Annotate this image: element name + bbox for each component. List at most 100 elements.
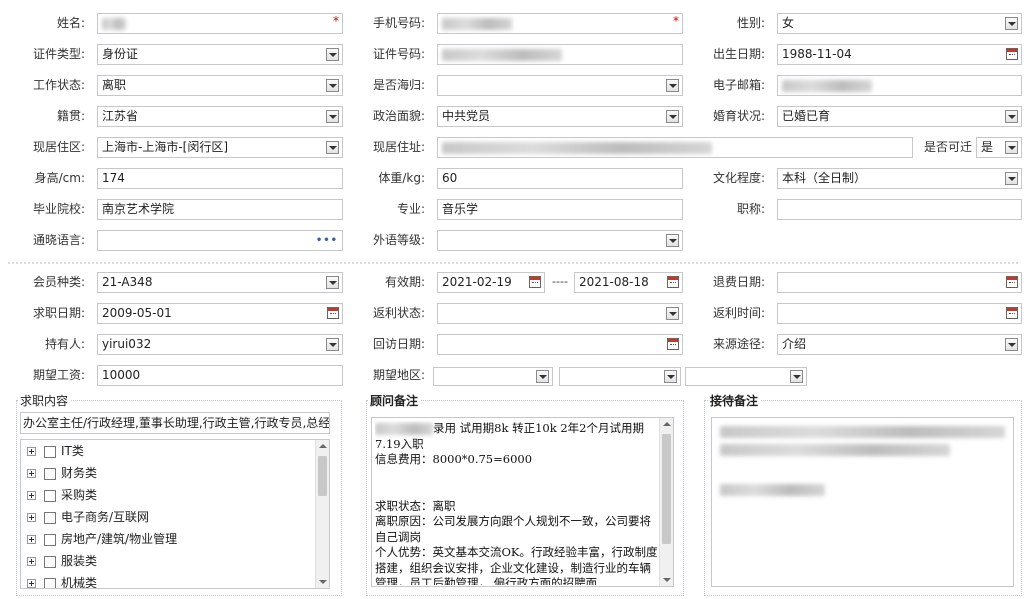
chevron-down-icon[interactable] xyxy=(666,234,679,247)
phone-label: 手机号码: xyxy=(372,16,425,30)
chevron-down-icon[interactable] xyxy=(326,276,339,289)
email-field[interactable] xyxy=(777,75,1022,96)
expand-icon[interactable] xyxy=(27,557,36,566)
expand-icon[interactable] xyxy=(27,447,36,456)
calendar-icon[interactable] xyxy=(667,276,679,288)
chevron-down-icon[interactable] xyxy=(790,370,803,383)
scroll-thumb[interactable] xyxy=(662,434,671,544)
tree-item[interactable]: IT类 xyxy=(27,441,84,461)
scroll-thumb[interactable] xyxy=(318,456,327,496)
chevron-down-icon[interactable] xyxy=(666,110,679,123)
valid-from-value: 2021-02-19 xyxy=(442,275,512,289)
marital-select[interactable]: 已婚已育 xyxy=(777,106,1022,127)
consultant-notes-textarea[interactable]: 录用 试用期8k 转正10k 2年2个月试用期 7.19入职 信息费用：8000… xyxy=(371,417,674,587)
expand-icon[interactable] xyxy=(27,513,36,522)
job-date-field[interactable]: 2009-05-01 xyxy=(97,303,343,324)
politics-select[interactable]: 中共党员 xyxy=(437,106,683,127)
education-label: 文化程度: xyxy=(712,171,765,185)
valid-to-field[interactable]: 2021-08-18 xyxy=(574,272,683,293)
chevron-down-icon[interactable] xyxy=(326,110,339,123)
chevron-down-icon[interactable] xyxy=(536,370,549,383)
chevron-down-icon[interactable] xyxy=(1005,338,1018,351)
language-label: 通晓语言: xyxy=(32,233,85,247)
name-field[interactable]: * xyxy=(97,13,343,34)
expand-icon[interactable] xyxy=(27,579,36,588)
returnee-select[interactable] xyxy=(437,75,683,96)
height-field[interactable]: 174 xyxy=(97,168,343,189)
valid-from-field[interactable]: 2021-02-19 xyxy=(437,272,545,293)
region-province-select[interactable] xyxy=(433,367,553,386)
notes-scrollbar[interactable] xyxy=(659,418,673,586)
gender-select[interactable]: 女 xyxy=(777,13,1022,34)
calendar-icon[interactable] xyxy=(667,338,679,350)
tree-item[interactable]: 财务类 xyxy=(27,463,97,483)
scroll-down-icon[interactable] xyxy=(663,578,671,582)
chevron-down-icon[interactable] xyxy=(326,48,339,61)
chevron-down-icon[interactable] xyxy=(326,338,339,351)
region-city-select[interactable] xyxy=(559,367,681,386)
more-icon[interactable]: ••• xyxy=(316,236,338,246)
phone-field[interactable]: * xyxy=(437,13,683,34)
chevron-down-icon[interactable] xyxy=(664,370,677,383)
chevron-down-icon[interactable] xyxy=(1005,17,1018,30)
relocate-select[interactable]: 是 xyxy=(976,137,1022,158)
job-content-input[interactable]: 办公室主任/行政经理,董事长助理,行政主管,行政专员,总经 xyxy=(20,412,330,434)
calendar-icon[interactable] xyxy=(1006,48,1018,60)
id-type-select[interactable]: 身份证 xyxy=(97,44,343,65)
district-select[interactable]: 上海市-上海市-[闵行区] xyxy=(97,137,343,158)
scroll-up-icon[interactable] xyxy=(319,444,327,448)
scroll-down-icon[interactable] xyxy=(319,580,327,584)
address-field[interactable] xyxy=(437,137,913,158)
reception-notes-textarea[interactable] xyxy=(711,417,1014,587)
weight-field[interactable]: 60 xyxy=(437,168,683,189)
checkbox[interactable] xyxy=(44,577,56,588)
hometown-select[interactable]: 江苏省 xyxy=(97,106,343,127)
scroll-up-icon[interactable] xyxy=(663,422,671,426)
calendar-icon[interactable] xyxy=(1006,276,1018,288)
rebate-time-field[interactable] xyxy=(777,303,1022,324)
language-field[interactable]: ••• xyxy=(97,230,343,251)
checkbox[interactable] xyxy=(44,555,56,568)
calendar-icon[interactable] xyxy=(529,276,541,288)
holder-select[interactable]: yirui032 xyxy=(97,334,343,355)
chevron-down-icon[interactable] xyxy=(1005,172,1018,185)
calendar-icon[interactable] xyxy=(1006,307,1018,319)
tree-item[interactable]: 采购类 xyxy=(27,485,97,505)
work-status-select[interactable]: 离职 xyxy=(97,75,343,96)
tree-scrollbar[interactable] xyxy=(315,440,329,588)
expand-icon[interactable] xyxy=(27,469,36,478)
salary-field[interactable]: 10000 xyxy=(97,365,343,386)
checkbox[interactable] xyxy=(44,533,56,546)
foreign-level-select[interactable] xyxy=(437,230,683,251)
visit-date-field[interactable] xyxy=(437,334,683,355)
checkbox[interactable] xyxy=(44,489,56,502)
expand-icon[interactable] xyxy=(27,491,36,500)
member-type-select[interactable]: 21-A348 xyxy=(97,272,343,293)
source-select[interactable]: 介绍 xyxy=(777,334,1022,355)
calendar-icon[interactable] xyxy=(327,307,339,319)
marital-value: 已婚已育 xyxy=(782,109,831,123)
chevron-down-icon[interactable] xyxy=(1005,141,1018,154)
chevron-down-icon[interactable] xyxy=(1005,110,1018,123)
tree-item[interactable]: 机械类 xyxy=(27,573,97,588)
id-no-field[interactable] xyxy=(437,44,683,65)
checkbox[interactable] xyxy=(44,445,56,458)
education-select[interactable]: 本科（全日制） xyxy=(777,168,1022,189)
chevron-down-icon[interactable] xyxy=(666,307,679,320)
checkbox[interactable] xyxy=(44,467,56,480)
expand-icon[interactable] xyxy=(27,535,36,544)
title-field[interactable] xyxy=(777,199,1022,220)
birth-date-field[interactable]: 1988-11-04 xyxy=(777,44,1022,65)
chevron-down-icon[interactable] xyxy=(666,79,679,92)
tree-item[interactable]: 服装类 xyxy=(27,551,97,571)
major-field[interactable]: 音乐学 xyxy=(437,199,683,220)
chevron-down-icon[interactable] xyxy=(326,141,339,154)
rebate-status-select[interactable] xyxy=(437,303,683,324)
checkbox[interactable] xyxy=(44,511,56,524)
school-field[interactable]: 南京艺术学院 xyxy=(97,199,343,220)
region-district-select[interactable] xyxy=(685,367,807,386)
tree-item[interactable]: 房地产/建筑/物业管理 xyxy=(27,529,177,549)
refund-date-field[interactable] xyxy=(777,272,1022,293)
tree-item[interactable]: 电子商务/互联网 xyxy=(27,507,149,527)
chevron-down-icon[interactable] xyxy=(326,79,339,92)
